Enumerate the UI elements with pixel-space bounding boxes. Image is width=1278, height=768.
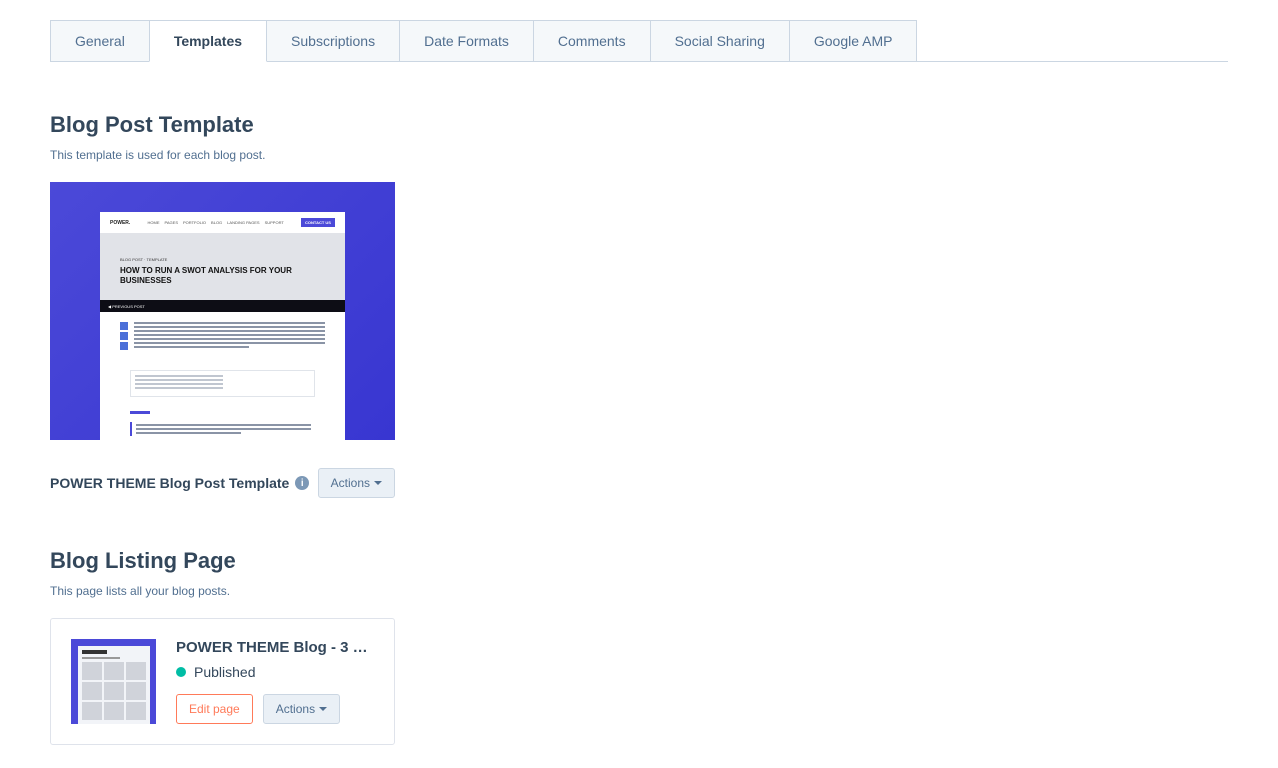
- preview-hero: BLOG POST · TEMPLATE HOW TO RUN A SWOT A…: [100, 233, 345, 300]
- blog-listing-actions-button[interactable]: Actions: [263, 694, 340, 724]
- preview-cta: CONTACT US: [301, 218, 335, 227]
- preview-social-icons: [120, 322, 128, 350]
- chevron-down-icon: [319, 707, 327, 711]
- social-icon: [120, 342, 128, 350]
- settings-tabs: General Templates Subscriptions Date For…: [50, 20, 1228, 62]
- blog-listing-card: POWER THEME Blog - 3 … Published Edit pa…: [50, 618, 395, 745]
- preview-header: POWER. HOME PAGES PORTFOLIO BLOG LANDING…: [100, 212, 345, 233]
- edit-page-button[interactable]: Edit page: [176, 694, 253, 724]
- preview-nav-item: LANDING PAGES: [227, 220, 259, 225]
- social-icon: [120, 332, 128, 340]
- preview-nav-item: BLOG: [211, 220, 222, 225]
- preview-nav-item: HOME: [148, 220, 160, 225]
- blog-post-actions-button[interactable]: Actions: [318, 468, 395, 498]
- tab-social-sharing[interactable]: Social Sharing: [650, 20, 790, 61]
- preview-toc-card: [130, 370, 315, 397]
- section-blog-post-template: Blog Post Template This template is used…: [50, 112, 1228, 498]
- tab-google-amp[interactable]: Google AMP: [789, 20, 918, 61]
- preview-body: [100, 312, 345, 360]
- preview-text-lines: [134, 322, 325, 350]
- social-icon: [120, 322, 128, 330]
- tab-comments[interactable]: Comments: [533, 20, 651, 61]
- blog-listing-actions: Edit page Actions: [176, 694, 374, 724]
- preview-brand: POWER.: [110, 220, 130, 226]
- blog-listing-heading: Blog Listing Page: [50, 548, 1228, 574]
- thumbnail-inner: [78, 646, 150, 724]
- actions-label: Actions: [331, 476, 370, 490]
- blog-listing-thumbnail[interactable]: [71, 639, 156, 724]
- preview-quote: [130, 422, 315, 436]
- blog-post-template-preview[interactable]: POWER. HOME PAGES PORTFOLIO BLOG LANDING…: [50, 182, 395, 440]
- actions-label: Actions: [276, 702, 315, 716]
- status-dot-icon: [176, 667, 186, 677]
- blog-listing-title: POWER THEME Blog - 3 …: [176, 639, 374, 656]
- preview-hero-breadcrumb: BLOG POST · TEMPLATE: [120, 257, 325, 262]
- preview-nav-item: PAGES: [165, 220, 179, 225]
- blog-listing-status: Published: [176, 664, 374, 680]
- preview-nav-item: PORTFOLIO: [183, 220, 206, 225]
- tab-templates[interactable]: Templates: [149, 20, 267, 62]
- blog-post-template-name: POWER THEME Blog Post Template i: [50, 475, 309, 491]
- tab-subscriptions[interactable]: Subscriptions: [266, 20, 400, 61]
- status-text: Published: [194, 664, 256, 680]
- template-name-text: POWER THEME Blog Post Template: [50, 475, 289, 491]
- preview-nav: HOME PAGES PORTFOLIO BLOG LANDING PAGES …: [148, 220, 284, 225]
- chevron-down-icon: [374, 481, 382, 485]
- preview-hero-title: HOW TO RUN A SWOT ANALYSIS FOR YOUR BUSI…: [120, 266, 325, 285]
- blog-listing-desc: This page lists all your blog posts.: [50, 584, 1228, 598]
- preview-inner-page: POWER. HOME PAGES PORTFOLIO BLOG LANDING…: [100, 212, 345, 440]
- section-blog-listing-page: Blog Listing Page This page lists all yo…: [50, 548, 1228, 745]
- blog-post-template-desc: This template is used for each blog post…: [50, 148, 1228, 162]
- preview-linkline: [130, 411, 150, 414]
- preview-blackbar: ◀ PREVIOUS POST: [100, 300, 345, 312]
- preview-nav-item: SUPPORT: [265, 220, 284, 225]
- tab-general[interactable]: General: [50, 20, 150, 61]
- blog-post-template-heading: Blog Post Template: [50, 112, 1228, 138]
- tab-date-formats[interactable]: Date Formats: [399, 20, 534, 61]
- blog-listing-info: POWER THEME Blog - 3 … Published Edit pa…: [176, 639, 374, 724]
- info-icon[interactable]: i: [295, 476, 309, 490]
- blog-post-template-row: POWER THEME Blog Post Template i Actions: [50, 468, 395, 498]
